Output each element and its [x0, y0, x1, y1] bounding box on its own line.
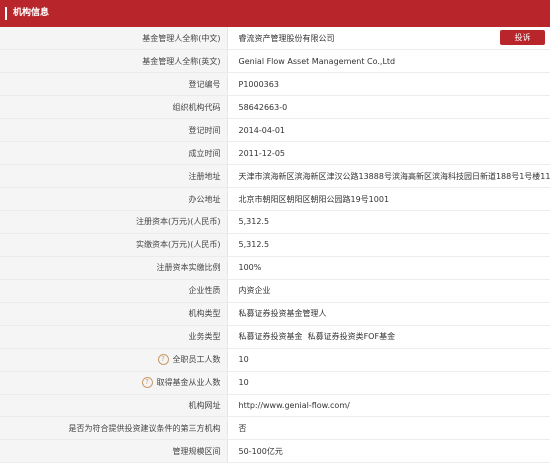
row-value: 2011-12-05 [227, 141, 550, 166]
question-circle-icon[interactable]: ? [157, 354, 169, 366]
row-value-cell: 睿流资产管理股份有限公司 投诉 [227, 27, 550, 51]
table-row: 注册资本实缴比例 100% [0, 256, 550, 280]
table-row: 注册资本(万元)(人民币) 5,312.5 [0, 210, 550, 234]
row-label: 取得基金从业人数 [156, 378, 221, 388]
row-value-link[interactable]: http://www.genial-flow.com/ [227, 394, 550, 418]
table-row: ? 取得基金从业人数 10 [0, 371, 550, 395]
row-label: 是否为符合提供投资建议条件的第三方机构 [0, 416, 228, 441]
row-label-cell: ? 全职员工人数 [0, 348, 228, 372]
row-label: 企业性质 [0, 279, 228, 303]
table-row: 基金管理人全称(中文) 睿流资产管理股份有限公司 投诉 [0, 27, 550, 51]
section-header: 机构信息 [0, 0, 550, 27]
table-row: 实缴资本(万元)(人民币) 5,312.5 [0, 233, 550, 257]
row-label: 基金管理人全称(英文) [0, 49, 228, 74]
row-value: 内资企业 [227, 279, 550, 303]
row-label: 注册资本实缴比例 [0, 256, 228, 280]
row-value: 50-100亿元 [227, 439, 550, 464]
row-value: 2014-04-01 [227, 118, 550, 143]
row-label: 组织机构代码 [0, 95, 228, 120]
row-label: 成立时间 [0, 141, 228, 166]
table-row: 注册地址 天津市滨海新区滨海新区津汉公路13888号滨海高新区滨海科技园日新道1… [0, 164, 550, 189]
table-row: 基金管理人全称(英文) Genial Flow Asset Management… [0, 49, 550, 74]
row-value: 私募证券投资基金 私募证券投资类FOF基金 [227, 325, 550, 349]
row-value: 5,312.5 [227, 233, 550, 257]
row-label: 办公地址 [0, 187, 228, 211]
row-label: 管理规模区间 [0, 439, 228, 464]
table-row: 组织机构代码 58642663-0 [0, 95, 550, 120]
table-row: 登记时间 2014-04-01 [0, 118, 550, 143]
row-value: Genial Flow Asset Management Co.,Ltd [227, 49, 550, 74]
table-row: 办公地址 北京市朝阳区朝阳区朝阳公园路19号1001 [0, 187, 550, 211]
row-value: P1000363 [227, 72, 550, 97]
table-row: 登记编号 P1000363 [0, 72, 550, 97]
row-label: 机构类型 [0, 302, 228, 326]
row-label: 基金管理人全称(中文) [0, 27, 228, 51]
section-title: 机构信息 [13, 8, 50, 18]
row-label: 实缴资本(万元)(人民币) [0, 233, 228, 257]
row-label: 注册地址 [0, 164, 228, 189]
table-row: 企业性质 内资企业 [0, 279, 550, 303]
row-value: 私募证券投资基金管理人 [227, 302, 550, 326]
table-row: 机构类型 私募证券投资基金管理人 [0, 302, 550, 326]
table-row: ? 全职员工人数 10 [0, 348, 550, 372]
row-value: 睿流资产管理股份有限公司 [238, 33, 335, 43]
row-value: 10 [227, 371, 550, 395]
institution-info-table: 基金管理人全称(中文) 睿流资产管理股份有限公司 投诉 基金管理人全称(英文) … [0, 27, 550, 464]
row-value: 否 [227, 416, 550, 441]
table-row: 机构网址 http://www.genial-flow.com/ [0, 394, 550, 418]
row-label: 登记时间 [0, 118, 228, 143]
row-label: 登记编号 [0, 72, 228, 97]
row-label-cell: ? 取得基金从业人数 [0, 371, 228, 395]
row-value: 北京市朝阳区朝阳区朝阳公园路19号1001 [227, 187, 550, 211]
table-row: 是否为符合提供投资建议条件的第三方机构 否 [0, 416, 550, 441]
row-value: 10 [227, 348, 550, 372]
header-accent-bar [5, 7, 7, 20]
row-value: 58642663-0 [227, 95, 550, 120]
table-row: 成立时间 2011-12-05 [0, 141, 550, 166]
row-value: 5,312.5 [227, 210, 550, 234]
row-value: 天津市滨海新区滨海新区津汉公路13888号滨海高新区滨海科技园日新道188号1号… [227, 164, 550, 189]
row-label: 业务类型 [0, 325, 228, 349]
table-row: 管理规模区间 50-100亿元 [0, 439, 550, 464]
table-row: 业务类型 私募证券投资基金 私募证券投资类FOF基金 [0, 325, 550, 349]
report-button[interactable]: 投诉 [500, 30, 545, 45]
question-circle-icon[interactable]: ? [141, 377, 153, 389]
row-label: 机构网址 [0, 394, 228, 418]
row-label: 全职员工人数 [172, 355, 221, 365]
row-label: 注册资本(万元)(人民币) [0, 210, 228, 234]
row-value: 100% [227, 256, 550, 280]
